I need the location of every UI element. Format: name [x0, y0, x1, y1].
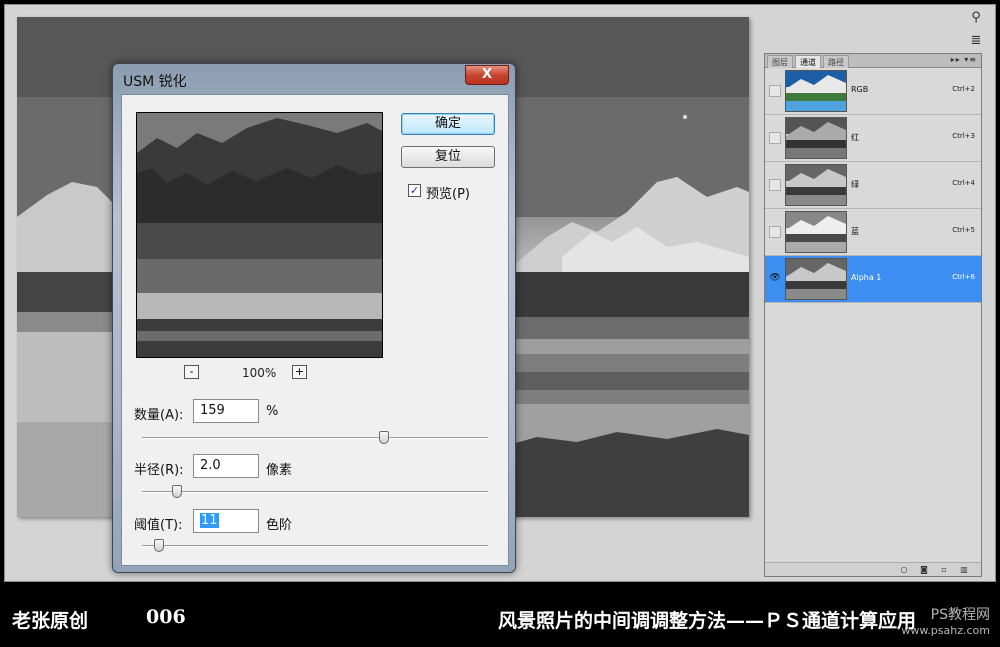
tab-layers[interactable]: 图层	[767, 55, 793, 68]
channel-name: 绿	[851, 180, 859, 189]
channel-row[interactable]: 蓝 Ctrl+5	[765, 209, 981, 256]
eye-icon[interactable]	[769, 179, 781, 191]
reset-button[interactable]: 复位	[401, 146, 495, 168]
threshold-input[interactable]: 11	[193, 509, 259, 533]
radius-input[interactable]: 2.0	[193, 454, 259, 478]
threshold-unit: 色阶	[266, 518, 293, 533]
channel-thumbnail	[785, 70, 847, 112]
amount-slider-track[interactable]	[142, 431, 488, 444]
watermark-line2: www.psahz.com	[901, 624, 990, 637]
new-channel-icon[interactable]: ▫	[939, 565, 949, 574]
dialog-body: - 100% + 确定 复位 ✓ 预览(P) 数量(A): 159 % 半径(R…	[121, 94, 509, 566]
ok-button[interactable]: 确定	[401, 113, 495, 135]
amount-unit: %	[266, 404, 279, 419]
threshold-slider-thumb[interactable]	[154, 539, 164, 552]
tool-strip: ⚲ ≣	[963, 5, 989, 55]
channel-shortcut: Ctrl+3	[952, 132, 975, 140]
channel-name: 红	[851, 133, 859, 142]
save-selection-icon[interactable]: ◙	[919, 565, 929, 574]
channel-row[interactable]: 👁 Alpha 1 Ctrl+6	[765, 256, 981, 303]
channel-name: RGB	[851, 85, 869, 94]
panel-footer: ○ ◙ ▫ ▥	[765, 562, 981, 576]
caption-author: 老张原创	[12, 610, 89, 632]
preview-label: 预览(P)	[426, 187, 470, 202]
caption-bar: 老张原创 006 风景照片的中间调调整方法——ＰＳ通道计算应用 PS教程网 ww…	[0, 584, 1000, 647]
channel-thumbnail	[785, 258, 847, 300]
threshold-value: 11	[200, 513, 219, 528]
channel-name: 蓝	[851, 227, 859, 236]
unsharp-mask-dialog: USM 锐化 X - 100% + 确定 复位 ✓ 预览(P) 数量(A): 1…	[112, 63, 516, 573]
panel-tabs: 图层 通道 路径 ▸▸ ▾≡	[765, 54, 981, 68]
channel-row[interactable]: 红 Ctrl+3	[765, 115, 981, 162]
tool-icon-1[interactable]: ⚲	[965, 8, 987, 28]
channel-thumbnail	[785, 211, 847, 253]
amount-input[interactable]: 159	[193, 399, 259, 423]
zoom-level: 100%	[242, 366, 277, 380]
eye-icon[interactable]	[769, 226, 781, 238]
radius-slider-track[interactable]	[142, 485, 488, 498]
checkmark-icon: ✓	[409, 184, 420, 197]
caption-number: 006	[146, 606, 186, 628]
channels-panel: 图层 通道 路径 ▸▸ ▾≡ RGB Ctrl+2 红 Ctrl+3 绿 Ctrl+4 蓝 C…	[764, 53, 982, 577]
tool-icon-2[interactable]: ≣	[965, 31, 987, 51]
radius-slider-thumb[interactable]	[172, 485, 182, 498]
tab-paths[interactable]: 路径	[823, 55, 849, 68]
threshold-slider-track[interactable]	[142, 539, 488, 552]
radius-label: 半径(R):	[134, 463, 184, 478]
channel-list: RGB Ctrl+2 红 Ctrl+3 绿 Ctrl+4 蓝 Ctrl+5 👁 Alpha 1 Ct…	[765, 68, 981, 303]
amount-label: 数量(A):	[134, 408, 184, 423]
channel-row[interactable]: RGB Ctrl+2	[765, 68, 981, 115]
dialog-title: USM 锐化	[123, 74, 187, 90]
preview-image	[137, 113, 382, 357]
channel-shortcut: Ctrl+5	[952, 226, 975, 234]
threshold-label: 阈值(T):	[134, 518, 183, 533]
eye-icon[interactable]	[769, 132, 781, 144]
zoom-out-button[interactable]: -	[184, 365, 199, 379]
preview-checkbox[interactable]: ✓	[408, 184, 421, 197]
load-selection-icon[interactable]: ○	[899, 565, 909, 574]
eye-icon[interactable]	[769, 85, 781, 97]
channel-name: Alpha 1	[851, 273, 882, 282]
channel-row[interactable]: 绿 Ctrl+4	[765, 162, 981, 209]
channel-shortcut: Ctrl+2	[952, 85, 975, 93]
channel-shortcut: Ctrl+4	[952, 179, 975, 187]
zoom-in-button[interactable]: +	[292, 365, 307, 379]
delete-channel-icon[interactable]: ▥	[959, 565, 969, 574]
amount-slider-thumb[interactable]	[379, 431, 389, 444]
watermark-line1: PS教程网	[930, 607, 990, 623]
watermark-logo: PS教程网 www.psahz.com	[862, 604, 990, 642]
preview-window[interactable]	[136, 112, 383, 358]
radius-unit: 像素	[266, 463, 293, 478]
panel-menu-icon[interactable]: ▸▸ ▾≡	[951, 55, 977, 64]
photoshop-workspace: ⚲ ≣ 图层 通道 路径 ▸▸ ▾≡ RGB Ctrl+2 红 Ctrl+3 绿 Ctrl…	[4, 4, 996, 582]
eye-icon[interactable]: 👁	[769, 273, 781, 285]
caption-title: 风景照片的中间调调整方法——ＰＳ通道计算应用	[498, 610, 917, 632]
channel-shortcut: Ctrl+6	[952, 273, 975, 281]
tab-channels[interactable]: 通道	[795, 55, 821, 68]
close-button[interactable]: X	[465, 65, 509, 85]
channel-thumbnail	[785, 164, 847, 206]
channel-thumbnail	[785, 117, 847, 159]
